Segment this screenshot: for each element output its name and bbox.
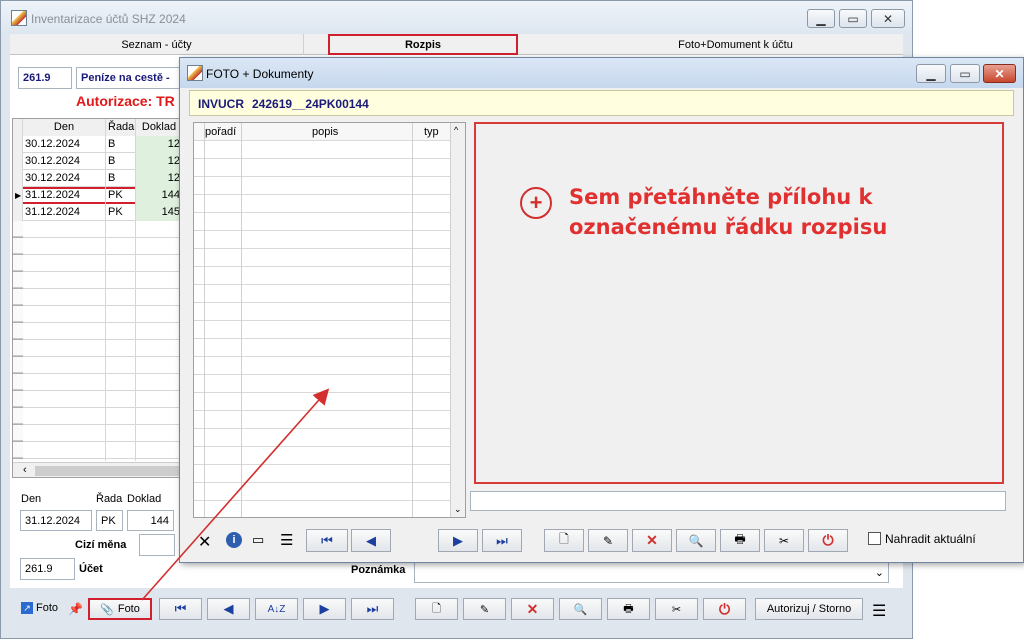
annotation-arrow — [141, 388, 330, 601]
